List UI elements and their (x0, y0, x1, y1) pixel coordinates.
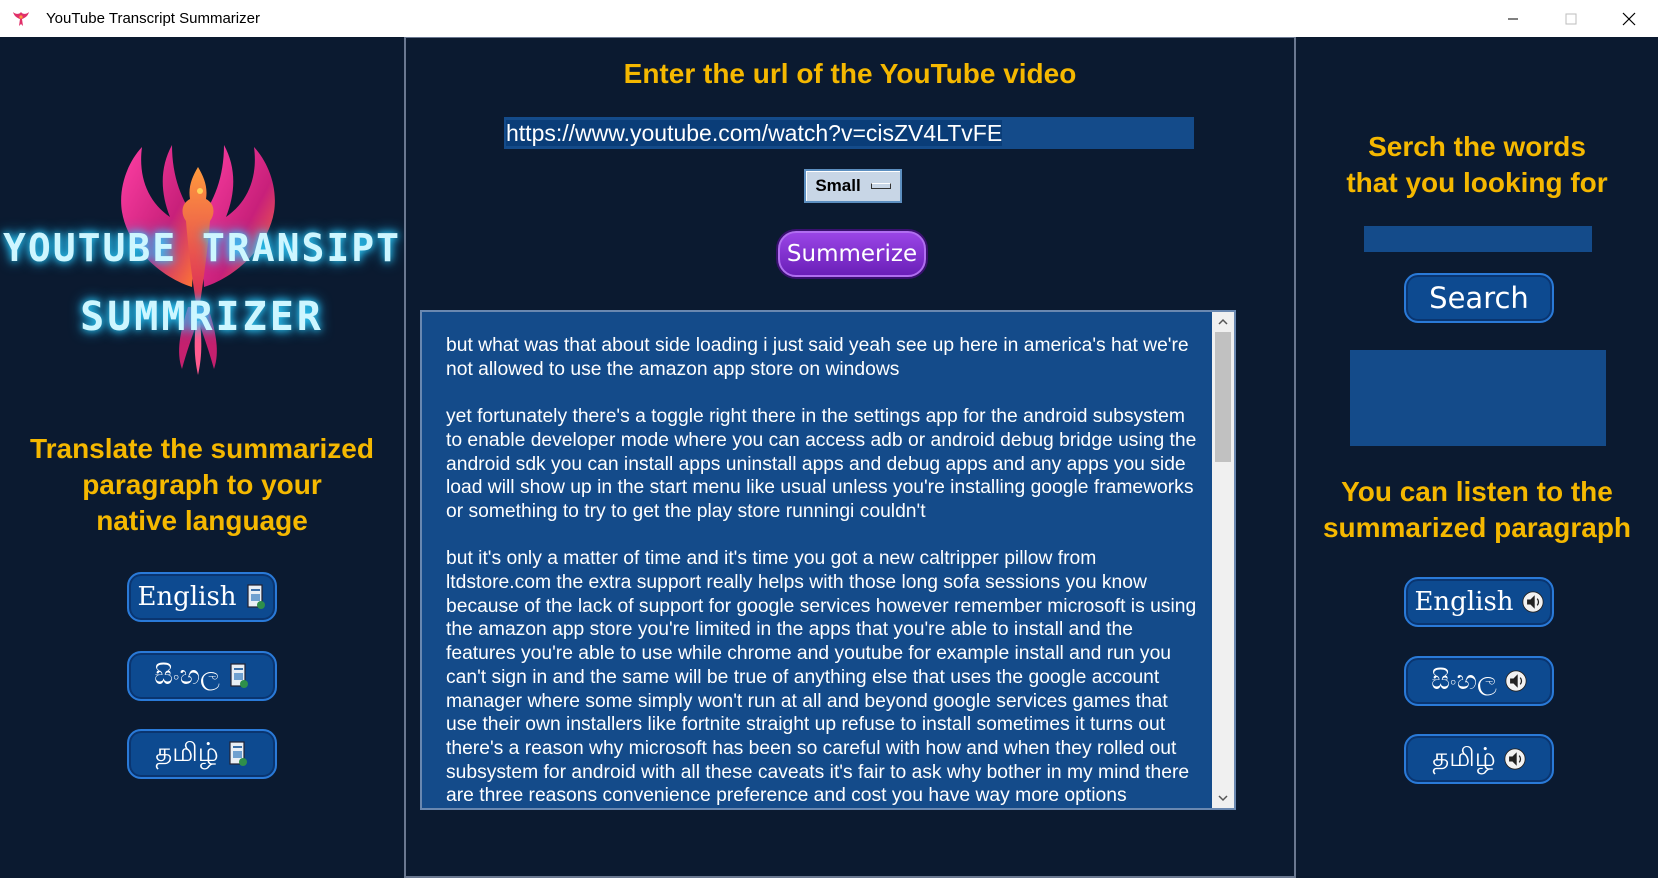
translate-heading-line3: native language (96, 505, 308, 536)
translate-tamil-label: தமிழ் (155, 737, 219, 768)
translate-heading-line1: Translate the summarized (30, 433, 374, 464)
dropdown-indicator-icon (870, 183, 891, 189)
search-result-box (1350, 350, 1606, 446)
listen-tamil-button[interactable]: தமிழ் (1404, 734, 1554, 784)
translate-heading-line2: paragraph to your (82, 469, 322, 500)
url-input-value: https://www.youtube.com/watch?v=cisZV4LT… (506, 120, 1003, 146)
url-input[interactable]: https://www.youtube.com/watch?v=cisZV4LT… (504, 117, 1194, 149)
summarize-panel: Enter the url of the YouTube video https… (404, 37, 1296, 878)
maximize-icon (1565, 13, 1577, 24)
speaker-icon (1521, 587, 1544, 617)
close-button[interactable] (1600, 0, 1658, 37)
listen-heading-line1: You can listen to the (1341, 476, 1613, 507)
summary-paragraph: but what was that about side loading i j… (446, 335, 1189, 380)
chevron-up-icon (1218, 318, 1228, 325)
listen-heading: You can listen to the summarized paragra… (1296, 474, 1658, 546)
listen-english-label: English (1414, 587, 1514, 617)
translate-tamil-button[interactable]: தமிழ் (127, 729, 277, 779)
url-heading: Enter the url of the YouTube video (623, 58, 1077, 89)
summary-size-value: Small (815, 176, 861, 195)
app-logo: YOUTUBE TRANSIPT SUMMRIZER (3, 107, 399, 397)
summary-scrollbar[interactable] (1212, 312, 1234, 808)
close-icon (1622, 12, 1636, 25)
translate-english-button[interactable]: English (127, 572, 277, 622)
summary-paragraph: but it's only a matter of time and it's … (446, 548, 1197, 807)
search-heading-line2: that you looking for (1346, 167, 1608, 198)
translate-document-icon (227, 739, 249, 769)
translate-document-icon (228, 661, 250, 691)
search-listen-panel: Serch the words that you looking for Sea… (1296, 37, 1658, 878)
translate-sinhala-button[interactable]: සිංහල (127, 651, 277, 701)
summarize-button[interactable]: Summerize (778, 231, 926, 277)
window-title: YouTube Transcript Summarizer (46, 10, 260, 27)
listen-tamil-label: தமிழ் (1432, 742, 1496, 773)
listen-english-button[interactable]: English (1404, 577, 1554, 627)
title-bar: YouTube Transcript Summarizer (0, 0, 1658, 37)
scroll-thumb[interactable] (1215, 332, 1231, 462)
summary-text: but what was that about side loading i j… (446, 334, 1198, 808)
logo-title-line2: SUMMRIZER (80, 294, 324, 340)
speaker-icon (1505, 666, 1527, 696)
search-button[interactable]: Search (1404, 273, 1554, 323)
minimize-icon (1508, 18, 1518, 19)
maximize-button[interactable] (1542, 0, 1600, 37)
summary-size-select[interactable]: Small (804, 169, 902, 203)
translate-heading: Translate the summarized paragraph to yo… (0, 431, 404, 539)
summary-textbox[interactable]: but what was that about side loading i j… (420, 310, 1236, 810)
translate-panel: YOUTUBE TRANSIPT SUMMRIZER Translate the… (0, 37, 404, 878)
summary-paragraph: yet fortunately there's a toggle right t… (446, 406, 1197, 522)
listen-sinhala-button[interactable]: සිංහල (1404, 656, 1554, 706)
search-heading: Serch the words that you looking for (1296, 129, 1658, 201)
translate-sinhala-label: සිංහල (154, 660, 220, 691)
listen-heading-line2: summarized paragraph (1322, 512, 1632, 543)
chevron-down-icon (1218, 795, 1228, 802)
translate-document-icon (245, 582, 267, 612)
minimize-button[interactable] (1484, 0, 1542, 37)
listen-sinhala-label: සිංහල (1431, 665, 1497, 696)
search-heading-line1: Serch the words (1368, 131, 1586, 162)
search-input[interactable] (1364, 226, 1592, 252)
translate-english-label: English (137, 582, 237, 612)
scroll-down-button[interactable] (1212, 788, 1234, 808)
app-icon (8, 6, 34, 32)
logo-title-line1: YOUTUBE TRANSIPT (2, 226, 402, 270)
scroll-up-button[interactable] (1212, 312, 1234, 332)
speaker-icon (1504, 744, 1526, 774)
